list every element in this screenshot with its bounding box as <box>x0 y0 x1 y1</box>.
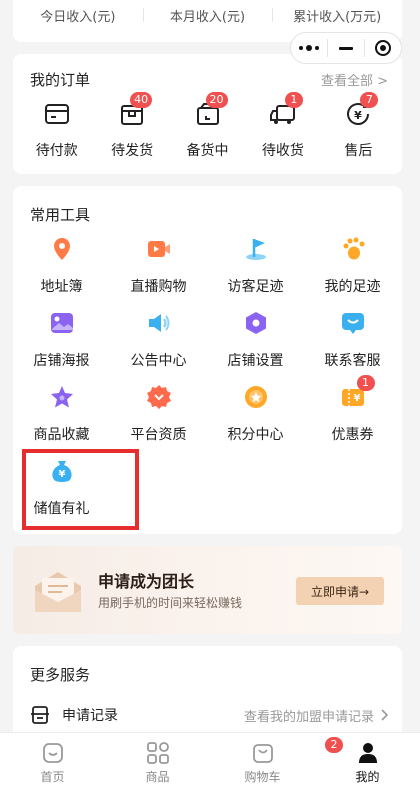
live-video-icon <box>146 236 172 262</box>
tool-label: 店铺设置 <box>227 353 284 369</box>
tab-label: 我的 <box>355 770 380 784</box>
tool-live-shopping[interactable]: 直播购物 <box>110 236 207 310</box>
coupon-badge: 1 <box>356 375 375 391</box>
tab-label: 商品 <box>145 770 170 784</box>
footprint-icon <box>340 236 366 262</box>
order-label: 售后 <box>344 143 373 159</box>
order-preparing[interactable]: 20 备货中 <box>170 92 245 160</box>
banner-subtitle: 用刷手机的时间来轻松赚钱 <box>98 596 243 610</box>
speaker-icon <box>146 310 172 336</box>
order-badge: 20 <box>205 92 228 108</box>
tool-label: 访客足迹 <box>227 279 284 295</box>
home-icon <box>42 743 63 763</box>
box-icon: 20 <box>194 92 228 128</box>
tool-label: 平台资质 <box>130 427 187 443</box>
target-icon <box>375 40 391 56</box>
svg-text:¥: ¥ <box>353 393 360 404</box>
tab-mine[interactable]: 我的 <box>315 733 420 794</box>
tool-store-settings[interactable]: 店铺设置 <box>207 310 304 384</box>
flag-icon <box>243 236 269 262</box>
truck-icon: 1 <box>269 92 303 128</box>
order-badge: 40 <box>130 92 153 108</box>
tool-my-footprint[interactable]: 我的足迹 <box>304 236 401 310</box>
after-sale-icon: ¥ 7 <box>344 92 379 128</box>
certificate-icon <box>146 384 172 410</box>
tool-announcement-center[interactable]: 公告中心 <box>110 310 207 384</box>
chevron-right-icon <box>381 709 388 721</box>
coupon-icon: ¥ 1 <box>340 375 375 410</box>
poster-icon <box>49 310 75 336</box>
tool-store-poster[interactable]: 店铺海报 <box>13 310 110 384</box>
order-badge: 1 <box>284 92 303 108</box>
tab-label: 购物车 <box>244 770 281 784</box>
user-icon <box>358 743 377 763</box>
apply-now-button[interactable]: 立即申请→ <box>296 577 384 605</box>
more-button[interactable] <box>291 33 327 63</box>
income-today-label[interactable]: 今日收入(元) <box>13 6 143 25</box>
income-month-label[interactable]: 本月收入(元) <box>142 6 273 25</box>
tool-visitor-footprint[interactable]: 访客足迹 <box>207 236 304 310</box>
bottom-tab-bar: 首页 商品 2 购物车 我的 <box>0 732 420 794</box>
tool-label: 商品收藏 <box>33 427 90 443</box>
order-label: 备货中 <box>186 143 229 159</box>
more-dots-icon <box>299 45 319 51</box>
application-record-row[interactable]: 申请记录 查看我的加盟申请记录 <box>30 702 388 728</box>
order-after-sale[interactable]: ¥ 7 售后 <box>321 92 396 160</box>
points-icon <box>243 384 269 410</box>
banner-title: 申请成为团长 <box>98 572 195 591</box>
location-pin-icon <box>49 236 75 262</box>
cart-icon <box>252 744 273 763</box>
view-all-orders-link[interactable]: 查看全部 > <box>321 70 388 89</box>
tool-coupons[interactable]: ¥ 1 优惠券 <box>304 375 401 458</box>
more-services-title: 更多服务 <box>30 666 91 684</box>
tab-cart[interactable]: 2 购物车 <box>210 733 343 794</box>
svg-text:¥: ¥ <box>355 109 363 122</box>
tool-address-book[interactable]: 地址簿 <box>13 236 110 310</box>
tab-label: 首页 <box>40 770 65 784</box>
application-record-label: 申请记录 <box>62 708 118 724</box>
chat-icon <box>340 310 366 336</box>
minus-icon <box>339 46 353 50</box>
envelope-icon <box>35 572 81 612</box>
tool-label: 积分中心 <box>227 427 284 443</box>
tool-contact-service[interactable]: 联系客服 <box>304 310 401 384</box>
order-to-ship[interactable]: 40 待发货 <box>94 92 169 160</box>
package-icon: 40 <box>118 92 153 128</box>
tool-points-center[interactable]: 积分中心 <box>207 384 304 458</box>
tool-label: 地址簿 <box>40 279 83 295</box>
my-orders-card: 我的订单 查看全部 > 待付款 40 待发货 20 备货中 1 待收货 ¥ 7 … <box>13 54 402 174</box>
tool-product-favorites[interactable]: 商品收藏 <box>13 384 110 458</box>
star-icon <box>49 384 75 410</box>
view-application-record-link[interactable]: 查看我的加盟申请记录 <box>244 706 388 725</box>
order-label: 待付款 <box>35 143 78 159</box>
tool-label: 店铺海报 <box>33 353 90 369</box>
order-badge: 7 <box>360 92 379 108</box>
tool-label: 优惠券 <box>331 427 374 443</box>
tool-label: 公告中心 <box>130 353 187 369</box>
highlight-box <box>22 449 139 530</box>
orders-title: 我的订单 <box>30 71 91 89</box>
tool-label: 直播购物 <box>130 279 187 295</box>
wallet-icon <box>43 100 71 128</box>
view-application-record-text: 查看我的加盟申请记录 <box>243 709 374 725</box>
hexagon-settings-icon <box>243 310 269 336</box>
miniprogram-capsule <box>290 32 402 64</box>
tool-label: 联系客服 <box>324 353 381 369</box>
tools-title: 常用工具 <box>30 206 91 224</box>
order-label: 待发货 <box>111 143 154 159</box>
grid-icon <box>146 742 169 764</box>
tool-platform-qualification[interactable]: 平台资质 <box>110 384 207 458</box>
minimize-button[interactable] <box>328 33 364 63</box>
tab-products[interactable]: 商品 <box>105 733 210 794</box>
income-total-label[interactable]: 累计收入(万元) <box>272 6 402 25</box>
record-icon <box>31 706 49 724</box>
team-leader-banner[interactable]: 申请成为团长 用刷手机的时间来轻松赚钱 立即申请→ <box>13 546 402 634</box>
close-button[interactable] <box>365 33 401 63</box>
order-to-receive[interactable]: 1 待收货 <box>245 92 320 160</box>
tab-home[interactable]: 首页 <box>0 733 105 794</box>
order-label: 待收货 <box>261 143 304 159</box>
order-pending-payment[interactable]: 待付款 <box>19 100 94 160</box>
tool-label: 我的足迹 <box>324 279 381 295</box>
